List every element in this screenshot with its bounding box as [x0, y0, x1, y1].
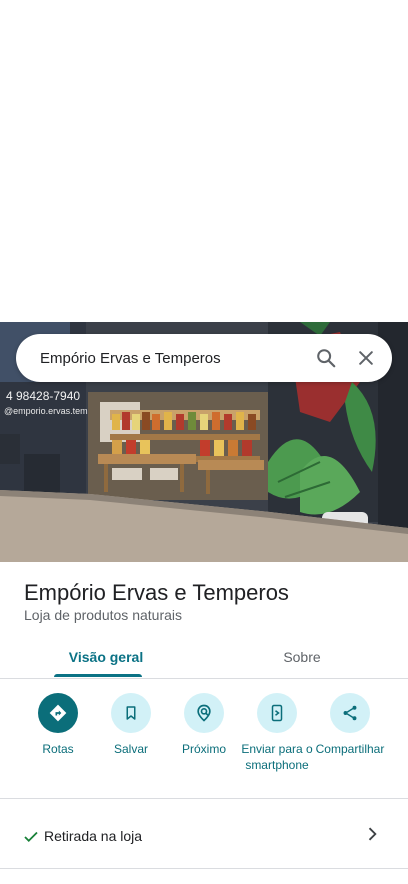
pickup-label: Retirada na loja	[44, 828, 143, 844]
nearby-button[interactable]: Próximo	[164, 690, 244, 757]
send-to-phone-button[interactable]: Enviar para o smartphone	[237, 690, 317, 773]
directions-button[interactable]: Rotas	[18, 690, 98, 757]
sign-phone: 4 98428-7940	[6, 389, 80, 403]
send-to-phone-icon	[271, 704, 283, 722]
send-to-phone-label: Enviar para o smartphone	[241, 742, 313, 772]
divider	[0, 798, 408, 799]
bookmark-icon	[126, 706, 136, 720]
directions-circle	[38, 693, 78, 733]
map-blank-area	[0, 0, 408, 322]
tab-about[interactable]: Sobre	[250, 636, 354, 678]
pickup-row[interactable]: Retirada na loja	[0, 816, 408, 858]
nearby-label: Próximo	[181, 742, 226, 756]
share-label: Compartilhar	[315, 742, 385, 756]
close-icon	[359, 351, 373, 365]
divider	[0, 868, 408, 869]
search-bar[interactable]: Empório Ervas e Temperos	[16, 334, 392, 382]
save-circle	[111, 693, 151, 733]
directions-icon	[49, 704, 67, 722]
search-button[interactable]	[306, 338, 346, 378]
directions-label: Rotas	[42, 742, 74, 756]
chevron-right-icon	[368, 827, 377, 841]
send-to-phone-circle	[257, 693, 297, 733]
place-title: Empório Ervas e Temperos	[24, 580, 289, 605]
share-circle	[330, 693, 370, 733]
place-category: Loja de produtos naturais	[24, 607, 182, 623]
tab-overview[interactable]: Visão geral	[54, 636, 158, 678]
action-buttons: Rotas Salvar Próximo Enviar para o smart…	[0, 690, 408, 790]
active-tab-indicator	[54, 674, 142, 677]
share-icon	[343, 705, 357, 721]
save-label: Salvar	[113, 742, 148, 756]
save-button[interactable]: Salvar	[91, 690, 171, 757]
search-input[interactable]: Empório Ervas e Temperos	[40, 350, 306, 367]
nearby-icon	[197, 704, 211, 722]
nearby-circle	[184, 693, 224, 733]
share-button[interactable]: Compartilhar	[310, 690, 390, 757]
tab-bar: Visão geral Sobre	[0, 636, 408, 679]
search-icon	[317, 349, 336, 368]
close-button[interactable]	[346, 338, 386, 378]
check-icon	[24, 831, 38, 843]
